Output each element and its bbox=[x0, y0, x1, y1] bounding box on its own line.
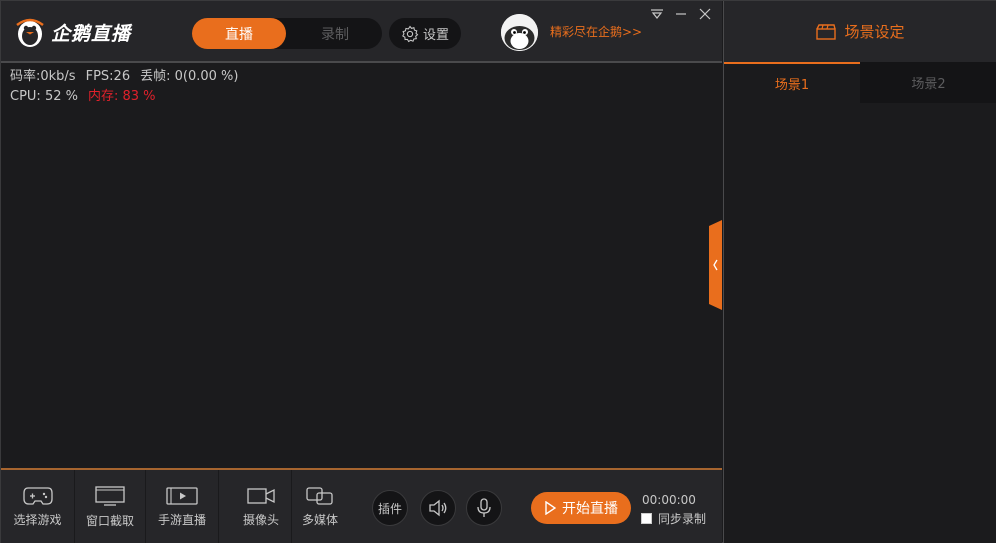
fps-stat: FPS:26 bbox=[85, 69, 131, 84]
settings-button[interactable]: 设置 bbox=[389, 18, 461, 49]
gear-icon bbox=[402, 25, 419, 42]
penguin-avatar-icon bbox=[501, 14, 538, 51]
mode-switch: 直播 录制 bbox=[192, 18, 382, 49]
multimedia-button[interactable]: 多媒体 bbox=[292, 470, 348, 543]
start-live-label: 开始直播 bbox=[562, 501, 618, 517]
tab-scene-2[interactable]: 场景2 bbox=[860, 62, 996, 103]
cpu-stat: CPU: 52 % bbox=[10, 89, 78, 104]
select-game-button[interactable]: 选择游戏 bbox=[1, 470, 74, 543]
speaker-button[interactable] bbox=[420, 490, 456, 526]
collapse-panel-handle[interactable] bbox=[709, 220, 722, 310]
mic-button[interactable] bbox=[466, 490, 502, 526]
sync-record-checkbox[interactable] bbox=[641, 513, 652, 524]
window-capture-label: 窗口截取 bbox=[85, 513, 134, 528]
preview-area[interactable]: 码率:0kb/s FPS:26 丢帧: 0(0.00 %) CPU: 52 % 内存:… bbox=[1, 63, 722, 468]
sync-record-label: 同步录制 bbox=[658, 512, 707, 526]
bottom-toolbar: 选择游戏 窗口截取 手游直播 摄像头 多媒体 插件 开始直播 00:00:00 … bbox=[1, 468, 722, 543]
title-bar: 企鹅直播 直播 录制 设置 精彩尽在企鹅>> bbox=[1, 1, 722, 63]
plugins-button[interactable]: 插件 bbox=[372, 490, 408, 526]
avatar[interactable] bbox=[501, 14, 538, 51]
play-icon bbox=[545, 501, 556, 515]
tab-scene-1[interactable]: 场景1 bbox=[724, 62, 860, 103]
dropped-frames-stat: 丢帧: 0(0.00 %) bbox=[140, 69, 239, 84]
tab-record[interactable]: 录制 bbox=[288, 18, 382, 49]
dropdown-icon[interactable] bbox=[649, 6, 665, 22]
sync-record-toggle[interactable]: 同步录制 bbox=[641, 510, 706, 527]
mobile-live-label: 手游直播 bbox=[157, 512, 206, 527]
scene-panel-title: 场景设定 bbox=[844, 23, 905, 41]
phone-play-icon bbox=[166, 486, 198, 505]
close-icon[interactable] bbox=[697, 6, 713, 22]
penguin-logo-icon bbox=[16, 18, 44, 47]
settings-label: 设置 bbox=[422, 28, 449, 43]
scene-panel: 场景设定 场景1 场景2 bbox=[723, 1, 996, 543]
logo-text: 企鹅直播 bbox=[51, 22, 132, 45]
gamepad-icon bbox=[22, 486, 53, 505]
divider bbox=[218, 470, 219, 543]
logo: 企鹅直播 bbox=[13, 15, 131, 49]
minimize-icon[interactable] bbox=[673, 6, 689, 22]
clapperboard-icon bbox=[816, 23, 837, 40]
select-game-label: 选择游戏 bbox=[13, 512, 62, 527]
memory-stat: 内存: 83 % bbox=[87, 89, 156, 104]
camera-button[interactable]: 摄像头 bbox=[226, 470, 296, 543]
live-timer: 00:00:00 bbox=[642, 493, 696, 507]
camera-label: 摄像头 bbox=[242, 512, 279, 527]
app-window: 企鹅直播 直播 录制 设置 精彩尽在企鹅>> 码率:0kb/s FPS:26 丢… bbox=[0, 0, 996, 543]
stats-overlay: 码率:0kb/s FPS:26 丢帧: 0(0.00 %) CPU: 52 % 内存:… bbox=[10, 67, 238, 107]
tab-live[interactable]: 直播 bbox=[192, 18, 286, 49]
speaker-icon bbox=[429, 499, 447, 517]
mic-icon bbox=[477, 498, 491, 517]
camera-icon bbox=[247, 487, 275, 504]
promo-link[interactable]: 精彩尽在企鹅>> bbox=[550, 23, 642, 40]
multimedia-icon bbox=[306, 486, 333, 505]
monitor-icon bbox=[95, 485, 125, 506]
multimedia-label: 多媒体 bbox=[301, 512, 338, 527]
scene-tabs: 场景1 场景2 bbox=[724, 62, 996, 103]
window-capture-button[interactable]: 窗口截取 bbox=[75, 470, 145, 543]
scene-panel-header: 场景设定 bbox=[724, 1, 996, 62]
bitrate-stat: 码率:0kb/s bbox=[10, 69, 76, 84]
window-controls bbox=[649, 6, 713, 22]
mobile-live-button[interactable]: 手游直播 bbox=[146, 470, 218, 543]
start-live-button[interactable]: 开始直播 bbox=[531, 492, 631, 524]
plugins-label: 插件 bbox=[377, 501, 402, 516]
